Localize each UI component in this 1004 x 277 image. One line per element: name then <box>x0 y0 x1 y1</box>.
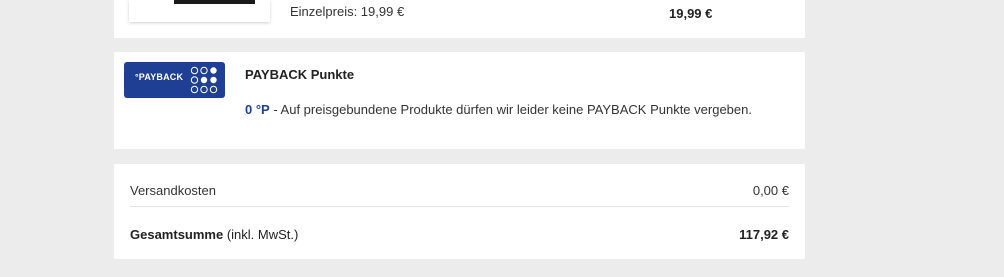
total-label: Gesamtsumme <box>130 227 224 242</box>
payback-logo: °PAYBACK <box>124 62 225 98</box>
summary-divider <box>130 206 789 207</box>
cart-item-card: Einzelpreis: 19,99 € 19,99 € <box>114 0 805 38</box>
total-row: Gesamtsumme (inkl. MwSt.) 117,92 € <box>130 227 789 242</box>
order-summary-card: Versandkosten 0,00 € Gesamtsumme (inkl. … <box>114 164 805 259</box>
payback-title: PAYBACK Punkte <box>245 67 355 82</box>
payback-logo-text: °PAYBACK <box>135 72 184 82</box>
shipping-label: Versandkosten <box>130 183 217 198</box>
payback-dots-icon <box>190 66 218 94</box>
line-total: 19,99 € <box>669 6 713 21</box>
product-image[interactable] <box>129 0 270 22</box>
payback-message: 0 °P - Auf preisgebundene Produkte dürfe… <box>245 98 765 121</box>
payback-message-text: - Auf preisgebundene Produkte dürfen wir… <box>269 102 752 117</box>
total-value: 117,92 € <box>739 227 789 242</box>
shipping-row: Versandkosten 0,00 € <box>130 183 789 198</box>
payback-points: 0 °P <box>245 102 270 117</box>
total-tax-note: (inkl. MwSt.) <box>223 227 299 242</box>
payback-card: °PAYBACK PAYBACK Punkte 0 °P - Auf preis… <box>114 52 805 149</box>
product-image-detail <box>174 0 255 4</box>
shipping-value: 0,00 € <box>752 183 789 198</box>
unit-price: Einzelpreis: 19,99 € <box>290 4 405 19</box>
